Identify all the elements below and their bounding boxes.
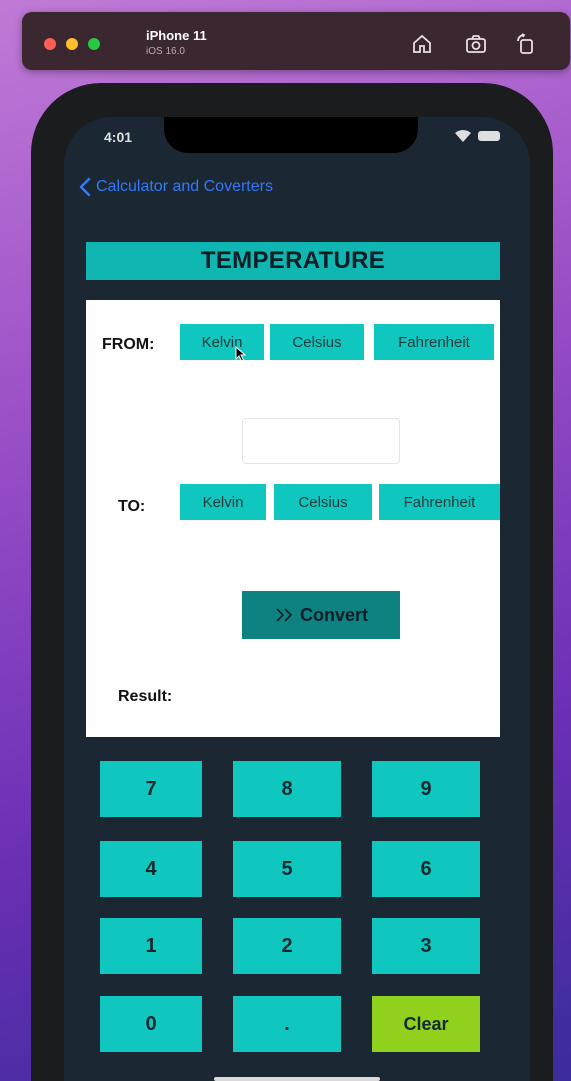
rotate-icon[interactable] — [514, 32, 538, 56]
from-kelvin-button[interactable]: Kelvin — [180, 324, 264, 360]
from-label: FROM: — [102, 336, 155, 353]
simulator-titlebar: iPhone 11 iOS 16.0 — [22, 12, 570, 70]
converter-card: FROM: Kelvin Celsius Fahrenheit TO: Kelv… — [86, 300, 500, 737]
key-2[interactable]: 2 — [233, 918, 341, 974]
back-button[interactable]: Calculator and Coverters — [78, 177, 273, 197]
status-time: 4:01 — [104, 129, 133, 145]
chevron-left-icon — [79, 177, 91, 197]
zoom-window-button[interactable] — [88, 38, 100, 50]
phone-screen: 4:01 Calculator and Coverters TEMPERATUR… — [64, 117, 530, 1081]
key-4[interactable]: 4 — [100, 841, 202, 897]
key-7[interactable]: 7 — [100, 761, 202, 817]
os-version: iOS 16.0 — [146, 46, 185, 57]
key-8[interactable]: 8 — [233, 761, 341, 817]
double-chevron-right-icon — [276, 608, 293, 622]
page-title: TEMPERATURE — [86, 242, 500, 280]
from-celsius-button[interactable]: Celsius — [270, 324, 364, 360]
clear-button[interactable]: Clear — [372, 996, 480, 1052]
back-label: Calculator and Coverters — [96, 178, 273, 195]
key-6[interactable]: 6 — [372, 841, 480, 897]
mouse-cursor-icon — [235, 345, 247, 367]
from-fahrenheit-button[interactable]: Fahrenheit — [374, 324, 494, 360]
to-label: TO: — [118, 498, 146, 515]
key-5[interactable]: 5 — [233, 841, 341, 897]
temperature-input[interactable] — [242, 418, 400, 464]
result-label: Result: — [118, 688, 173, 705]
minimize-window-button[interactable] — [66, 38, 78, 50]
key-decimal[interactable]: . — [233, 996, 341, 1052]
close-window-button[interactable] — [44, 38, 56, 50]
to-kelvin-button[interactable]: Kelvin — [180, 484, 266, 520]
to-celsius-button[interactable]: Celsius — [274, 484, 372, 520]
home-icon[interactable] — [410, 32, 434, 56]
to-fahrenheit-button[interactable]: Fahrenheit — [379, 484, 500, 520]
device-name: iPhone 11 — [146, 28, 207, 43]
key-9[interactable]: 9 — [372, 761, 480, 817]
notch — [164, 117, 418, 153]
convert-label: Convert — [299, 604, 368, 625]
convert-button[interactable]: Convert — [242, 591, 400, 639]
screenshot-icon[interactable] — [464, 32, 488, 56]
battery-icon — [478, 131, 500, 141]
home-indicator[interactable] — [214, 1077, 380, 1081]
wifi-icon — [454, 129, 472, 148]
key-3[interactable]: 3 — [372, 918, 480, 974]
key-0[interactable]: 0 — [100, 996, 202, 1052]
key-1[interactable]: 1 — [100, 918, 202, 974]
